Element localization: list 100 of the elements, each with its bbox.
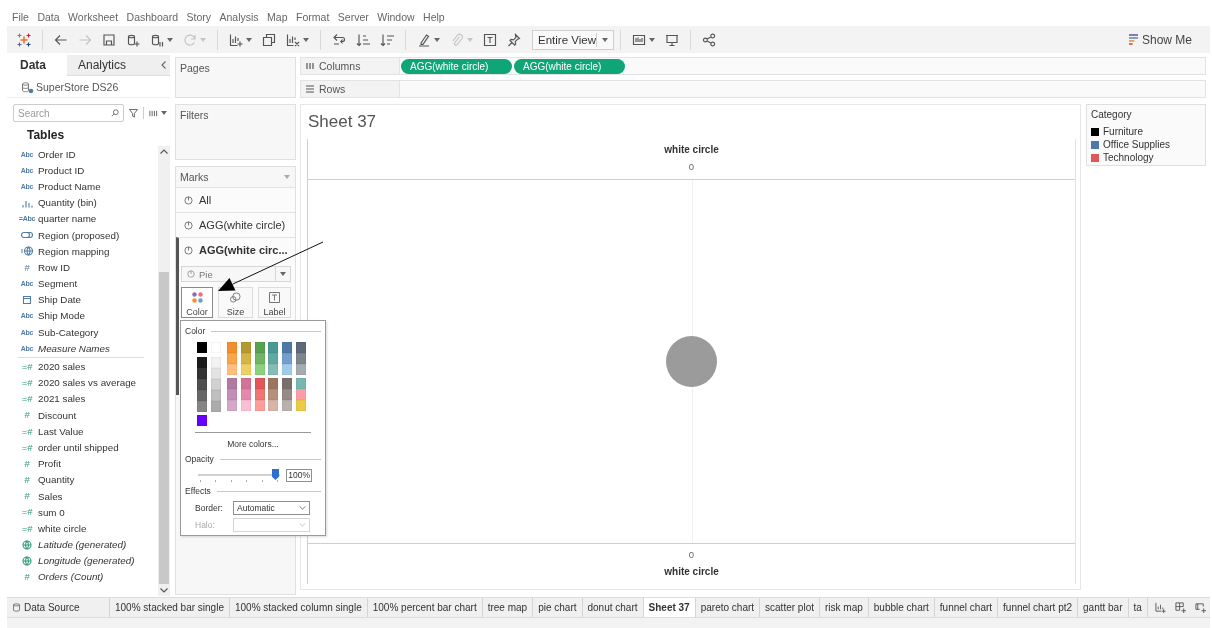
color-swatch-icon[interactable] xyxy=(227,353,237,364)
color-swatch-icon[interactable] xyxy=(254,353,265,364)
color-swatch-icon[interactable] xyxy=(211,379,221,390)
color-swatch-icon[interactable] xyxy=(268,364,279,375)
color-swatch-icon[interactable] xyxy=(240,400,251,411)
field-item[interactable]: Quantity (bin) xyxy=(7,194,158,211)
collapse-button[interactable] xyxy=(156,55,170,76)
marks-layer[interactable]: All xyxy=(176,187,295,212)
color-swatch-icon[interactable] xyxy=(240,378,251,389)
scrollbar[interactable] xyxy=(158,146,170,596)
color-swatch-icon[interactable] xyxy=(197,379,207,390)
scrollbar-thumb[interactable] xyxy=(159,272,169,584)
color-swatch-icon[interactable] xyxy=(268,353,279,364)
color-swatch-icon[interactable] xyxy=(296,389,306,400)
color-swatch-icon[interactable] xyxy=(282,400,293,411)
slider-thumb[interactable] xyxy=(272,469,279,480)
color-swatch-icon[interactable] xyxy=(197,357,207,368)
menu-item[interactable]: File xyxy=(12,10,29,23)
field-item[interactable]: =# 2020 sales vs average xyxy=(7,374,158,391)
color-swatch-icon[interactable] xyxy=(282,342,293,353)
halo-dropdown[interactable] xyxy=(233,518,310,532)
color-swatch-icon[interactable] xyxy=(296,400,306,411)
menu-item[interactable]: Worksheet xyxy=(68,10,119,23)
menu-item[interactable]: Analysis xyxy=(219,10,259,23)
field-item[interactable]: # Profit xyxy=(7,455,158,472)
color-swatch-icon[interactable] xyxy=(282,389,293,400)
color-swatch-icon[interactable] xyxy=(268,389,279,400)
color-swatch-icon[interactable] xyxy=(268,378,279,389)
legend-item[interactable]: Technology xyxy=(1091,151,1201,164)
field-item[interactable]: Region mapping xyxy=(7,243,158,260)
field-item[interactable]: =# order until shipped xyxy=(7,439,158,456)
color-swatch-icon[interactable] xyxy=(296,364,306,375)
color-swatch-icon[interactable] xyxy=(227,364,237,375)
color-swatch-icon[interactable] xyxy=(268,342,279,353)
fit-dropdown[interactable]: Entire View xyxy=(532,29,614,50)
field-item[interactable]: =# sum 0 xyxy=(7,504,158,521)
color-swatch-icon[interactable] xyxy=(197,415,207,426)
color-swatch-icon[interactable] xyxy=(197,401,207,412)
color-swatch-icon[interactable] xyxy=(254,364,265,375)
pane-tab[interactable]: Analytics xyxy=(67,55,156,76)
opacity-slider[interactable] xyxy=(198,469,280,482)
menu-item[interactable]: Map xyxy=(267,10,288,23)
field-item[interactable]: Ship Date xyxy=(7,291,158,308)
label-button[interactable]: Label xyxy=(258,287,291,318)
menu-item[interactable]: Dashboard xyxy=(126,10,178,23)
show-me-button[interactable]: Show Me xyxy=(1124,28,1196,51)
color-swatch-icon[interactable] xyxy=(282,364,293,375)
menu-item[interactable]: Window xyxy=(377,10,415,23)
field-item[interactable]: =# white circle xyxy=(7,520,158,537)
more-colors-link[interactable]: More colors... xyxy=(227,439,279,449)
color-button[interactable]: Color xyxy=(181,287,213,318)
color-swatch-icon[interactable] xyxy=(197,342,207,353)
menu-item[interactable]: Story xyxy=(186,10,211,23)
rows-shelf[interactable] xyxy=(400,80,1206,98)
field-item[interactable]: Latitude (generated) xyxy=(7,536,158,553)
color-swatch-icon[interactable] xyxy=(282,353,293,364)
color-swatch-icon[interactable] xyxy=(197,368,207,379)
field-item[interactable]: Longitude (generated) xyxy=(7,552,158,569)
color-swatch-icon[interactable] xyxy=(227,378,237,389)
field-item[interactable]: # Row ID xyxy=(7,259,158,276)
size-button[interactable]: Size xyxy=(218,287,253,318)
color-swatch-icon[interactable] xyxy=(211,390,221,401)
field-item[interactable]: =# 2020 sales xyxy=(7,358,158,375)
color-swatch-icon[interactable] xyxy=(282,378,293,389)
field-item[interactable]: =# 2021 sales xyxy=(7,390,158,407)
color-swatch-icon[interactable] xyxy=(268,400,279,411)
color-swatch-icon[interactable] xyxy=(240,342,251,353)
opacity-field[interactable]: 100% xyxy=(286,469,312,482)
color-swatch-icon[interactable] xyxy=(227,389,237,400)
field-item[interactable]: =# Last Value xyxy=(7,423,158,440)
color-swatch-icon[interactable] xyxy=(254,378,265,389)
color-swatch-icon[interactable] xyxy=(296,353,306,364)
border-dropdown[interactable]: Automatic xyxy=(233,501,310,515)
legend-item[interactable]: Furniture xyxy=(1091,125,1201,138)
color-swatch-icon[interactable] xyxy=(254,342,265,353)
menu-item[interactable]: Server xyxy=(337,10,369,23)
menu-item[interactable]: Data xyxy=(37,10,60,23)
color-swatch-icon[interactable] xyxy=(296,342,306,353)
field-item[interactable]: # Orders (Count) xyxy=(7,568,158,586)
color-swatch-icon[interactable] xyxy=(240,364,251,375)
color-swatch-icon[interactable] xyxy=(240,389,251,400)
mark-type-dropdown[interactable]: Pie xyxy=(181,266,291,282)
color-swatch-icon[interactable] xyxy=(240,353,251,364)
legend-item[interactable]: Office Supplies xyxy=(1091,138,1201,151)
color-swatch-icon[interactable] xyxy=(211,401,221,412)
color-swatch-icon[interactable] xyxy=(197,390,207,401)
color-swatch-icon[interactable] xyxy=(254,400,265,411)
field-item[interactable]: # Quantity xyxy=(7,471,158,488)
marks-layer[interactable]: AGG(white circle) xyxy=(176,212,295,237)
color-swatch-icon[interactable] xyxy=(254,389,265,400)
data-source-name[interactable]: SuperStore DS26 xyxy=(36,81,119,93)
sheet-tab[interactable]: Sheet 37 xyxy=(643,598,696,617)
color-swatch-icon[interactable] xyxy=(296,378,306,389)
menu-item[interactable]: Help xyxy=(423,10,445,23)
field-item[interactable]: # Sales xyxy=(7,487,158,505)
field-item[interactable]: # Discount xyxy=(7,407,158,424)
field-item[interactable]: Region (proposed) xyxy=(7,226,158,244)
menu-item[interactable]: Format xyxy=(296,10,330,23)
color-swatch-icon[interactable] xyxy=(227,342,237,353)
color-swatch-icon[interactable] xyxy=(227,400,237,411)
